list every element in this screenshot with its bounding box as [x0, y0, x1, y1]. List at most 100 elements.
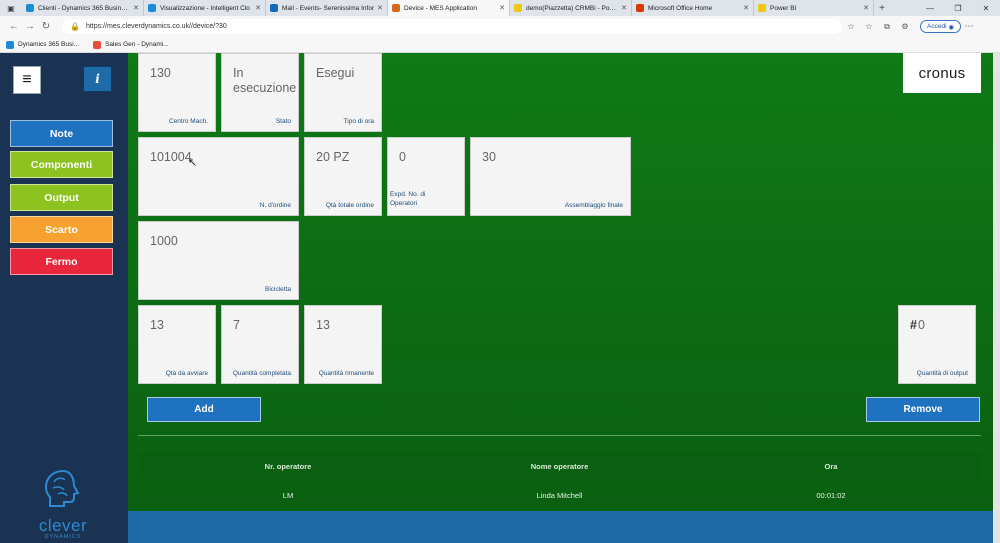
page-scrollbar[interactable] [993, 53, 1000, 543]
refresh-icon[interactable]: ↻ [38, 21, 54, 32]
fermo-button[interactable]: Fermo [10, 248, 113, 275]
footer-band [128, 511, 993, 543]
favorite-favicon-icon [93, 40, 102, 49]
tab-title: demo(Piazzetta) CRMBi - Power [526, 4, 619, 12]
ordine-value: 101004 [150, 150, 192, 164]
tipo-ora-card[interactable]: Esegui Tipo di ora [304, 53, 382, 132]
forward-icon[interactable]: → [22, 21, 38, 32]
qta-completata-value: 7 [233, 318, 240, 332]
qta-output-value: #0 [910, 318, 925, 333]
remove-button[interactable]: Remove [866, 397, 980, 422]
info-button[interactable]: i [83, 66, 112, 92]
qta-completata-card[interactable]: 7 Quantità completata [221, 305, 299, 384]
qta-avviare-card[interactable]: 13 Qtà da avviare [138, 305, 216, 384]
window-menu-icon[interactable]: ▣ [0, 0, 22, 16]
favorites-icon[interactable]: ☆ [860, 22, 878, 31]
favorite-star-icon[interactable]: ☆ [842, 22, 860, 31]
qta-rimanente-card[interactable]: 13 Quantità rimanente [304, 305, 382, 384]
scarto-button[interactable]: Scarto [10, 216, 113, 243]
tab-favicon-icon [636, 4, 644, 12]
hamburger-icon[interactable]: ≡ [13, 66, 41, 94]
column-header-operator-no: Nr. operatore [264, 462, 312, 471]
assemblaggio-card[interactable]: 30 Assemblaggio finale [470, 137, 631, 216]
bicicletta-label: Bicicletta [264, 286, 291, 293]
favorite-favicon-icon [6, 40, 14, 49]
cell-time: 00:01:02 [816, 490, 846, 500]
tab-favicon-icon [514, 4, 522, 12]
browser-tab[interactable]: Microsoft Office Home ✕ [632, 0, 754, 16]
operatori-card[interactable]: 0 Expd. No. di Operatori [387, 137, 465, 216]
signin-label: Accedi [927, 23, 947, 30]
signin-button[interactable]: Accedi ◉ [920, 20, 961, 33]
add-button[interactable]: Add [147, 397, 261, 422]
close-tab-icon[interactable]: ✕ [743, 4, 749, 12]
browser-tab-active[interactable]: Device - MES Application ✕ [388, 0, 510, 16]
cronus-logo: cronus [903, 53, 981, 93]
close-window-icon[interactable]: ✕ [972, 0, 1000, 16]
logo-text: clever [38, 516, 88, 535]
favorite-link[interactable]: Dynamics 365 Busi... [6, 40, 80, 49]
browser-tab[interactable]: Visualizzazione - Intelligent Clo ✕ [144, 0, 266, 16]
qta-avviare-value: 13 [150, 318, 164, 332]
browser-tab[interactable]: Mail - Events- Serenissima Infor ✕ [266, 0, 388, 16]
qta-avviare-label: Qtà da avviare [165, 370, 208, 377]
tab-favicon-icon [270, 4, 278, 12]
qta-totale-value: 20 PZ [316, 150, 350, 164]
close-tab-icon[interactable]: ✕ [377, 4, 383, 12]
divider [138, 435, 981, 436]
qta-output-number: 0 [917, 318, 925, 332]
browser-tab[interactable]: Power BI ✕ [754, 0, 874, 16]
favorites-bar: Dynamics 365 Busi... Sales Gen - Dynami.… [0, 37, 1000, 53]
collections-icon[interactable]: ⧉ [878, 22, 896, 32]
operatori-label: Expd. No. di Operatori [390, 191, 426, 207]
tab-favicon-icon [392, 4, 400, 12]
output-button[interactable]: Output [10, 184, 113, 211]
cell-operator-no: LM [282, 490, 294, 500]
browser-tab[interactable]: demo(Piazzetta) CRMBi - Power ✕ [510, 0, 632, 16]
favorite-link[interactable]: Sales Gen - Dynami... [93, 40, 169, 49]
browser-tab-bar: ▣ Clienti - Dynamics 365 Business ✕ Visua… [0, 0, 1000, 16]
sidebar: ≡ i Note Componenti Output Scarto Fermo … [0, 53, 128, 543]
minimize-icon[interactable]: — [916, 0, 944, 16]
tab-favicon-icon [148, 4, 156, 12]
lock-icon: 🔒 [70, 22, 80, 31]
stato-card[interactable]: In esecuzione Stato [221, 53, 299, 132]
extensions-icon[interactable]: ⚙ [896, 22, 914, 31]
centro-card[interactable]: 130 Centro Mach. [138, 53, 216, 132]
tab-title: Device - MES Application [404, 4, 477, 12]
column-header-time: Ora [824, 462, 838, 471]
browser-tab[interactable]: Clienti - Dynamics 365 Business ✕ [22, 0, 144, 16]
tab-title: Microsoft Office Home [648, 4, 713, 12]
close-tab-icon[interactable]: ✕ [133, 4, 139, 12]
qta-completata-label: Quantità completata [232, 370, 291, 377]
close-tab-icon[interactable]: ✕ [499, 4, 505, 12]
tab-favicon-icon [26, 4, 34, 12]
back-icon[interactable]: ← [6, 21, 22, 32]
favorite-label: Sales Gen - Dynami... [105, 41, 169, 48]
close-tab-icon[interactable]: ✕ [255, 4, 261, 12]
tab-title: Clienti - Dynamics 365 Business [38, 4, 131, 12]
qta-rimanente-label: Quantità rimanente [318, 370, 374, 377]
favorite-label: Dynamics 365 Busi... [18, 41, 80, 48]
operatori-value: 0 [399, 150, 406, 164]
componenti-button[interactable]: Componenti [10, 151, 113, 178]
qta-output-card[interactable]: #0 Quantità di output [898, 305, 976, 384]
close-tab-icon[interactable]: ✕ [863, 4, 869, 12]
url-text: https://mes.cleverdynamics.co.uk//device… [85, 23, 227, 30]
qta-totale-card[interactable]: 20 PZ Qtà totale ordine [304, 137, 382, 216]
cell-operator-name: Linda Mitchell [536, 490, 583, 500]
note-button[interactable]: Note [10, 120, 113, 147]
url-input[interactable]: 🔒 https://mes.cleverdynamics.co.uk//devi… [62, 19, 842, 34]
maximize-icon[interactable]: ❐ [944, 0, 972, 16]
new-tab-icon[interactable]: + [874, 0, 890, 16]
tab-title: Power BI [770, 4, 797, 12]
tab-favicon-icon [758, 4, 766, 12]
close-tab-icon[interactable]: ✕ [621, 4, 627, 12]
ordine-card[interactable]: 101004 N. d'ordine [138, 137, 299, 216]
table-row[interactable]: LM Linda Mitchell 00:01:02 [138, 482, 981, 508]
tipo-ora-value: Esegui [316, 66, 355, 80]
more-options-icon[interactable]: ⋯ [961, 21, 977, 32]
bicicletta-card[interactable]: 1000 Bicicletta [138, 221, 299, 300]
window-controls: — ❐ ✕ [916, 0, 1000, 16]
tipo-ora-label: Tipo di ora [343, 118, 374, 125]
